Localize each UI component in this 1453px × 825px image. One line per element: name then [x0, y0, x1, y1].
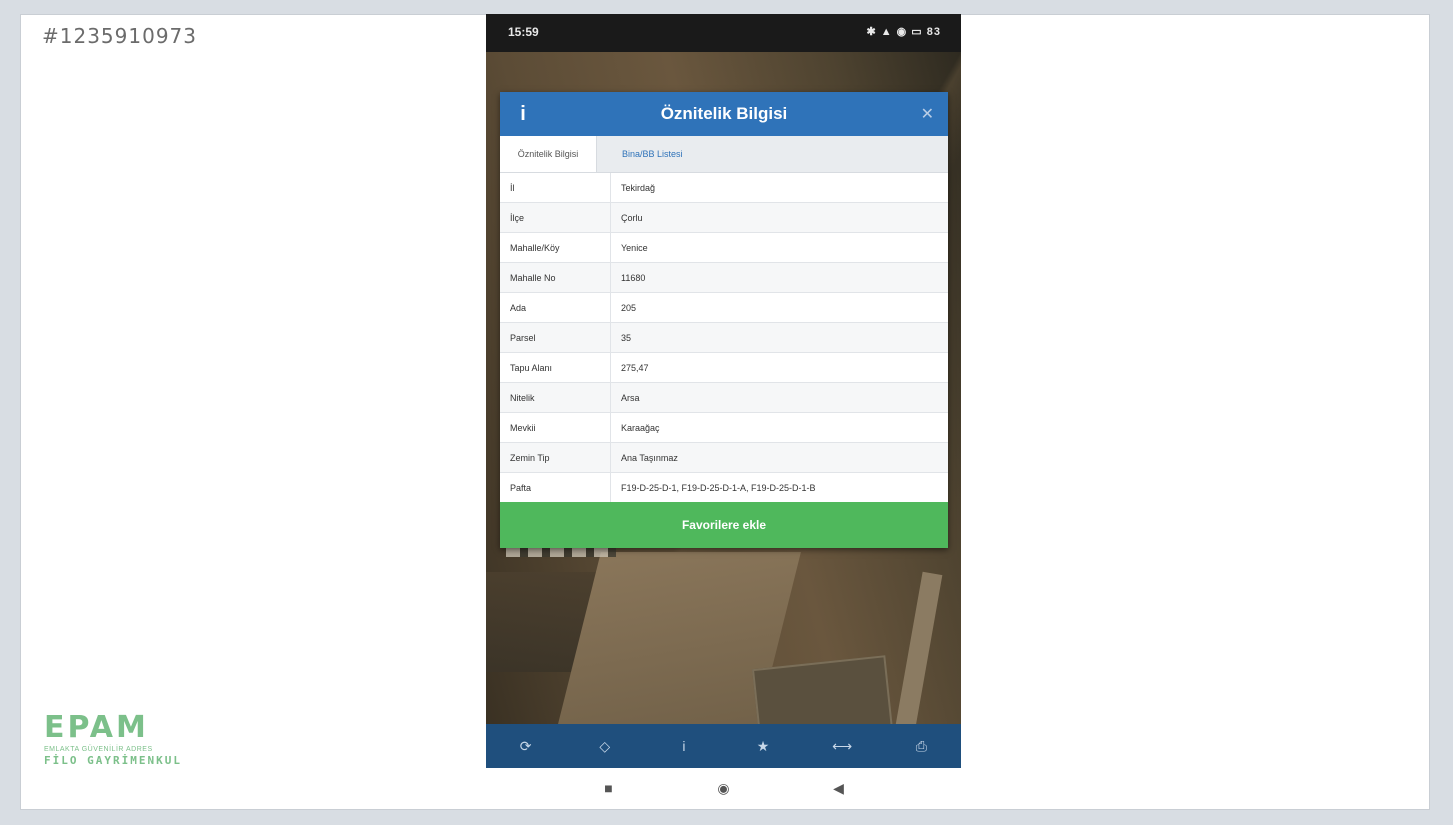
attribute-key: İlçe	[500, 202, 611, 233]
attribute-value: F19-D-25-D-1, F19-D-25-D-1-A, F19-D-25-D…	[610, 472, 948, 503]
attribute-key: Zemin Tip	[500, 442, 611, 473]
map-toolbar: ⟳ ◇ i ★ ⟷ ⎙	[486, 724, 961, 768]
recents-icon[interactable]: ■	[599, 780, 619, 796]
attribute-value: 11680	[610, 262, 948, 293]
logo-brand: FİLO GAYRİMENKUL	[44, 754, 182, 767]
dialog-title: Öznitelik Bilgisi	[660, 104, 788, 123]
phone-screen: 15:59 ✱ ▲ ◉ ▭ 83 i Öznitelik Bilgisi ✕ Ö…	[486, 14, 961, 808]
attribute-key: Mahalle No	[500, 262, 611, 293]
attribute-value: Arsa	[610, 382, 948, 413]
table-row: Mevkii Karaağaç	[500, 412, 948, 443]
attribute-value: 205	[610, 292, 948, 323]
table-row: Mahalle No 11680	[500, 262, 948, 293]
attribute-value: Çorlu	[610, 202, 948, 233]
add-to-favorites-button[interactable]: Favorilere ekle	[500, 502, 948, 548]
table-row: Pafta F19-D-25-D-1, F19-D-25-D-1-A, F19-D…	[500, 472, 948, 503]
attribute-key: İl	[500, 173, 611, 203]
android-nav-bar: ■ ◉ ◀	[486, 768, 961, 808]
measure-icon[interactable]: ⟷	[822, 731, 862, 761]
attribute-key: Pafta	[500, 472, 611, 503]
attribute-value: 275,47	[610, 352, 948, 383]
attribute-value: Karaağaç	[610, 412, 948, 443]
attribute-key: Mahalle/Köy	[500, 232, 611, 263]
table-row: Zemin Tip Ana Taşınmaz	[500, 442, 948, 473]
logo-mark: EPAM	[44, 710, 149, 745]
attribute-table: İl Tekirdağ İlçe Çorlu Mahalle/Köy Yenice Maha…	[500, 173, 948, 503]
tab-attribute-info[interactable]: Öznitelik Bilgisi	[500, 136, 597, 172]
refresh-icon[interactable]: ⟳	[506, 731, 546, 761]
status-bar: 15:59 ✱ ▲ ◉ ▭ 83	[486, 14, 961, 52]
attribute-key: Parsel	[500, 322, 611, 353]
status-time: 15:59	[508, 25, 539, 39]
logo-subtitle: EMLAKTA GÜVENİLİR ADRES	[44, 746, 153, 753]
table-row: Tapu Alanı 275,47	[500, 352, 948, 383]
home-icon[interactable]: ◉	[714, 780, 734, 797]
table-row: Mahalle/Köy Yenice	[500, 232, 948, 263]
table-row: İlçe Çorlu	[500, 202, 948, 233]
table-row: Nitelik Arsa	[500, 382, 948, 413]
table-row: Ada 205	[500, 292, 948, 323]
listing-id: #1235910973	[42, 24, 198, 48]
attribute-key: Mevkii	[500, 412, 611, 443]
dialog-header: i Öznitelik Bilgisi ✕	[500, 92, 948, 136]
satellite-map[interactable]: i Öznitelik Bilgisi ✕ Öznitelik Bilgisi …	[486, 52, 961, 763]
attribute-key: Tapu Alanı	[500, 352, 611, 383]
attribute-value: 35	[610, 322, 948, 353]
info-icon[interactable]: i	[664, 731, 704, 761]
attribute-value: Yenice	[610, 232, 948, 263]
print-icon[interactable]: ⎙	[901, 731, 941, 761]
tab-building-list[interactable]: Bina/BB Listesi	[610, 136, 695, 172]
table-row: İl Tekirdağ	[500, 173, 948, 203]
status-icons: ✱ ▲ ◉ ▭ 83	[866, 26, 941, 38]
attribute-key: Ada	[500, 292, 611, 323]
attribute-value: Ana Taşınmaz	[610, 442, 948, 473]
star-icon[interactable]: ★	[743, 731, 783, 761]
brand-logo: EPAM EMLAKTA GÜVENİLİR ADRES FİLO GAYRİM…	[44, 712, 244, 782]
close-icon[interactable]: ✕	[921, 104, 934, 124]
attribute-info-dialog: i Öznitelik Bilgisi ✕ Öznitelik Bilgisi …	[500, 92, 948, 548]
table-row: Parsel 35	[500, 322, 948, 353]
back-icon[interactable]: ◀	[829, 780, 849, 797]
dialog-tabs: Öznitelik Bilgisi Bina/BB Listesi	[500, 136, 948, 173]
attribute-value: Tekirdağ	[610, 173, 948, 203]
attribute-key: Nitelik	[500, 382, 611, 413]
location-icon[interactable]: ◇	[585, 731, 625, 761]
